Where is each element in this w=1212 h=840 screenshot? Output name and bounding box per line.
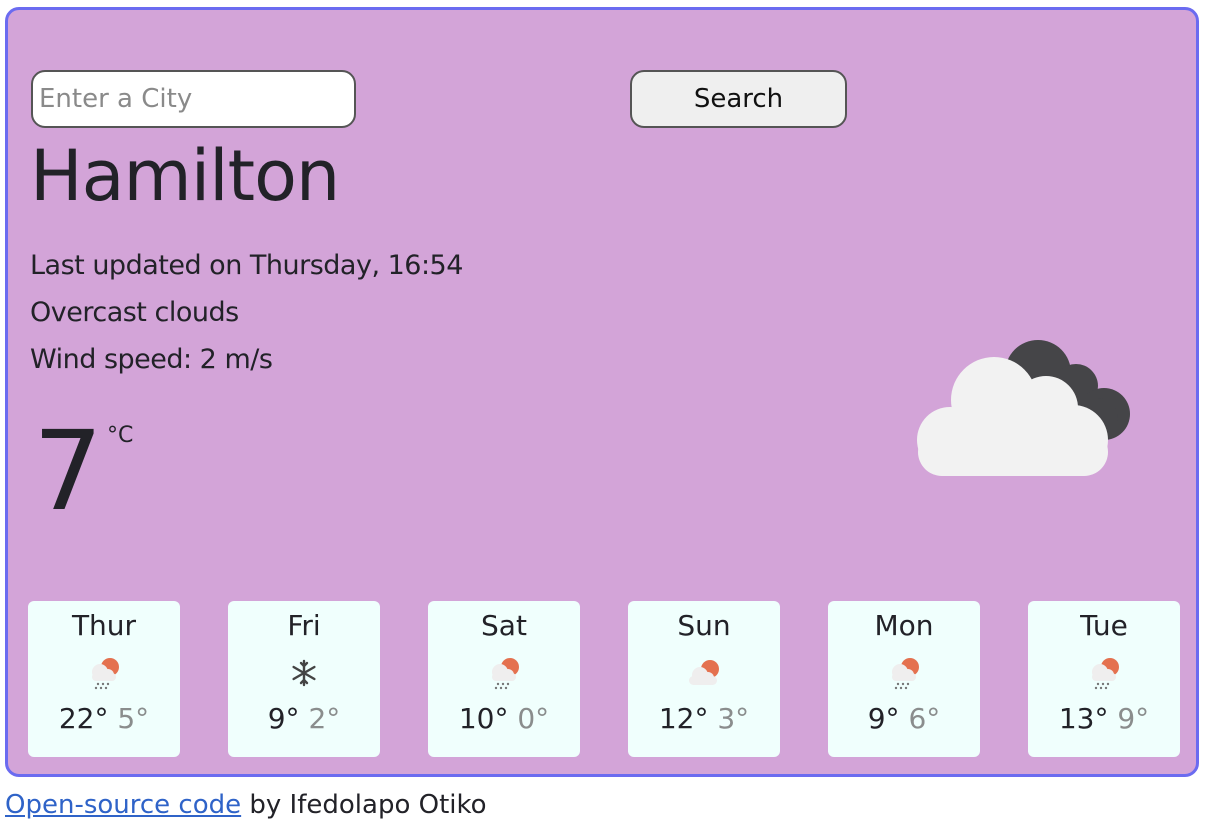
forecast-temps: 9° 2°	[228, 699, 380, 739]
city-name: Hamilton	[30, 135, 340, 217]
weather-description: Overcast clouds	[30, 297, 239, 328]
forecast-max-temp: 9°	[267, 702, 300, 735]
forecast-min-temp: 9°	[1117, 702, 1150, 735]
city-search-input[interactable]	[31, 70, 356, 128]
last-updated-text: Last updated on Thursday, 16:54	[30, 250, 463, 281]
forecast-min-temp: 5°	[117, 702, 150, 735]
footer-byline: by Ifedolapo Otiko	[241, 790, 487, 820]
forecast-temps: 9° 6°	[828, 699, 980, 739]
forecast-temps: 13° 9°	[1028, 699, 1180, 739]
light-rain-icon	[892, 658, 919, 690]
forecast-day-card: Sun 12° 3°	[628, 601, 780, 757]
forecast-day-card: Thur 22° 5°	[28, 601, 180, 757]
forecast-day-name: Sun	[677, 609, 731, 642]
search-button[interactable]: Search	[630, 70, 847, 128]
footer: Open-source code by Ifedolapo Otiko	[5, 790, 487, 820]
current-temperature: 7 °C	[33, 405, 133, 545]
light-rain-icon	[92, 658, 119, 690]
forecast-day-name: Sat	[481, 609, 527, 642]
forecast-day-name: Mon	[874, 609, 934, 642]
overcast-clouds-icon	[917, 340, 1130, 476]
temperature-unit: °C	[107, 423, 134, 448]
forecast-min-temp: 3°	[717, 702, 750, 735]
forecast-max-temp: 13°	[1058, 702, 1109, 735]
light-rain-icon	[492, 658, 519, 690]
forecast-temps: 22° 5°	[28, 699, 180, 739]
forecast-day-card: Mon 9° 6°	[828, 601, 980, 757]
forecast-max-temp: 22°	[58, 702, 109, 735]
forecast-max-temp: 12°	[658, 702, 709, 735]
forecast-max-temp: 9°	[867, 702, 900, 735]
forecast-temps: 10° 0°	[428, 699, 580, 739]
forecast-day-name: Tue	[1080, 609, 1128, 642]
forecast-min-temp: 6°	[908, 702, 941, 735]
wind-speed-text: Wind speed: 2 m/s	[30, 344, 273, 375]
forecast-day-name: Fri	[287, 609, 321, 642]
forecast-day-card: Tue 13° 9°	[1028, 601, 1180, 757]
forecast-temps: 12° 3°	[628, 699, 780, 739]
forecast-day-name: Thur	[71, 609, 137, 642]
weather-app: Search Hamilton Last updated on Thursday…	[5, 7, 1199, 777]
light-rain-icon	[1092, 658, 1119, 690]
forecast-day-card: Fri 9° 2°	[228, 601, 380, 757]
partly-cloudy-icon	[689, 660, 719, 685]
snowflake-icon	[292, 659, 316, 687]
temperature-value: 7	[33, 407, 103, 535]
weather-details: Last updated on Thursday, 16:54 Overcast…	[30, 242, 463, 383]
forecast-min-temp: 2°	[308, 702, 341, 735]
forecast-day-card: Sat 10° 0°	[428, 601, 580, 757]
open-source-code-link[interactable]: Open-source code	[5, 790, 241, 820]
forecast-max-temp: 10°	[458, 702, 509, 735]
forecast-min-temp: 0°	[517, 702, 550, 735]
forecast-list: Thur 22° 5° Fri 9° 2° Sat 10° 0° Sun 12°…	[28, 601, 1180, 757]
